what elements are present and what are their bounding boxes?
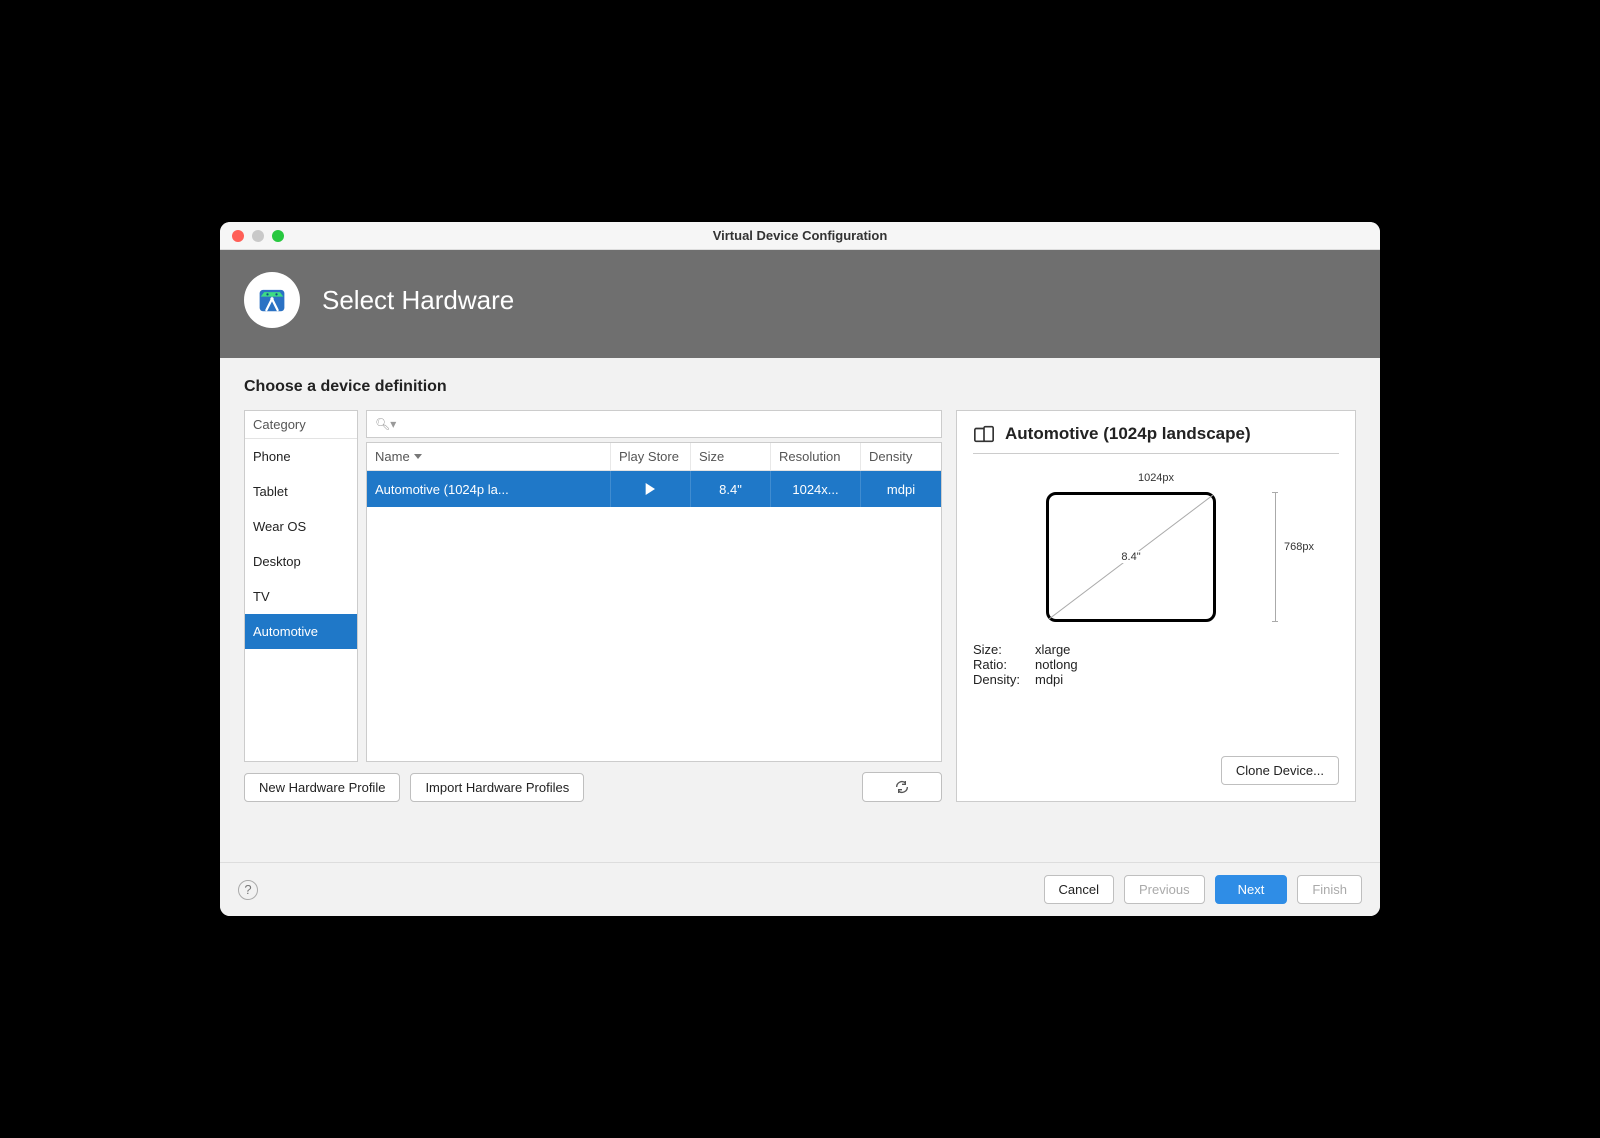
spec-density: mdpi: [1035, 672, 1063, 687]
col-name-label: Name: [375, 449, 410, 464]
preview-title: Automotive (1024p landscape): [1005, 424, 1251, 444]
sort-descending-icon: [414, 454, 422, 459]
android-studio-icon: [244, 272, 300, 328]
diagram-width-label: 1024px: [1138, 472, 1174, 484]
category-item-automotive[interactable]: Automotive: [245, 614, 357, 649]
col-size[interactable]: Size: [691, 443, 771, 470]
section-title: Choose a device definition: [244, 378, 1356, 396]
table-row[interactable]: Automotive (1024p la... 8.4" 1024x... md…: [367, 471, 941, 507]
device-preview-panel: Automotive (1024p landscape) 1024px 8.4"…: [956, 410, 1356, 802]
category-list: Category Phone Tablet Wear OS Desktop TV…: [244, 410, 358, 762]
device-specs: Size:xlarge Ratio:notlong Density:mdpi: [973, 642, 1339, 687]
finish-button: Finish: [1297, 875, 1362, 904]
device-pair-icon: [973, 423, 995, 445]
content-area: Choose a device definition Category Phon…: [220, 358, 1380, 812]
category-item-tv[interactable]: TV: [245, 579, 357, 614]
refresh-button[interactable]: [862, 772, 942, 802]
wizard-header: Select Hardware: [220, 250, 1380, 358]
cell-playstore: [611, 471, 691, 507]
wizard-header-title: Select Hardware: [322, 285, 514, 316]
device-table: Name Play Store Size Resolution Density …: [366, 442, 942, 762]
clone-device-button[interactable]: Clone Device...: [1221, 756, 1339, 785]
new-hardware-profile-button[interactable]: New Hardware Profile: [244, 773, 400, 802]
help-button[interactable]: ?: [238, 880, 258, 900]
window-root: Virtual Device Configuration Select Hard…: [220, 222, 1380, 916]
refresh-icon: [894, 779, 910, 795]
category-header: Category: [245, 411, 357, 439]
previous-button: Previous: [1124, 875, 1205, 904]
next-button[interactable]: Next: [1215, 875, 1288, 904]
cell-name: Automotive (1024p la...: [367, 471, 611, 507]
device-diagram: 1024px 8.4" 768px: [1046, 472, 1266, 622]
search-input[interactable]: [400, 417, 933, 432]
window-title: Virtual Device Configuration: [220, 228, 1380, 243]
close-window-icon[interactable]: [232, 230, 244, 242]
cell-density: mdpi: [861, 471, 941, 507]
search-box[interactable]: 🔍︎▾: [366, 410, 942, 438]
import-hardware-profiles-button[interactable]: Import Hardware Profiles: [410, 773, 584, 802]
category-item-phone[interactable]: Phone: [245, 439, 357, 474]
titlebar: Virtual Device Configuration: [220, 222, 1380, 250]
maximize-window-icon[interactable]: [272, 230, 284, 242]
search-icon: 🔍︎▾: [375, 417, 396, 431]
col-resolution[interactable]: Resolution: [771, 443, 861, 470]
spec-size: xlarge: [1035, 642, 1070, 657]
category-item-desktop[interactable]: Desktop: [245, 544, 357, 579]
help-icon: ?: [244, 882, 251, 897]
spec-ratio: notlong: [1035, 657, 1078, 672]
cell-size: 8.4": [691, 471, 771, 507]
category-item-wearos[interactable]: Wear OS: [245, 509, 357, 544]
wizard-footer: ? Cancel Previous Next Finish: [220, 862, 1380, 916]
cancel-button[interactable]: Cancel: [1044, 875, 1114, 904]
col-density[interactable]: Density: [861, 443, 941, 470]
cell-resolution: 1024x...: [771, 471, 861, 507]
col-name[interactable]: Name: [367, 443, 611, 470]
window-controls: [220, 230, 284, 242]
diagram-diagonal-label: 8.4": [1119, 551, 1142, 563]
diagram-height-label: 768px: [1284, 541, 1314, 553]
category-item-tablet[interactable]: Tablet: [245, 474, 357, 509]
minimize-window-icon: [252, 230, 264, 242]
device-outline: 8.4": [1046, 492, 1216, 622]
col-playstore[interactable]: Play Store: [611, 443, 691, 470]
play-store-icon: [643, 481, 659, 497]
